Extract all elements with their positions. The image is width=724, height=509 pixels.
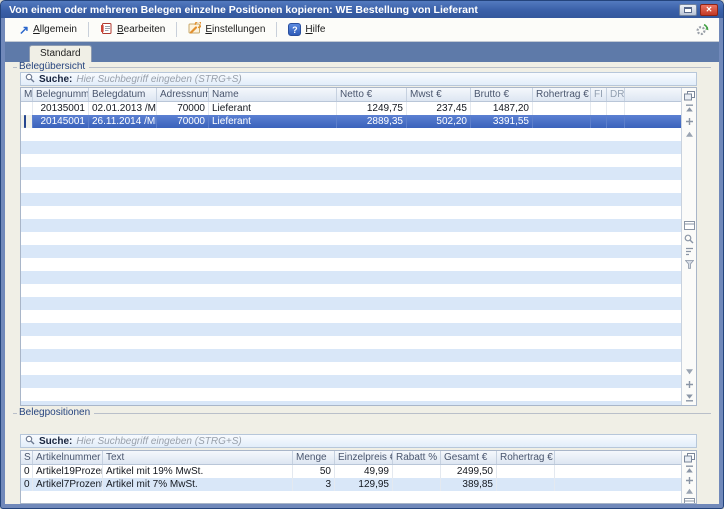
sort-icon[interactable]	[684, 246, 695, 257]
column-header-s[interactable]: S	[21, 451, 33, 464]
toolbar: ↗ Allgemein Bearbeiten Einstellungen ? H…	[5, 18, 719, 42]
overview-search-placeholder: Hier Suchbegriff eingeben (STRG+S)	[76, 74, 241, 85]
scroll-down-icon[interactable]	[684, 366, 695, 377]
restore-window-button[interactable]	[679, 4, 697, 16]
column-header-menge[interactable]: Menge	[293, 451, 335, 464]
column-header-einzelpreis[interactable]: Einzelpreis €	[335, 451, 393, 464]
group-divider	[94, 413, 711, 414]
belegpositionen-label: Belegpositionen	[17, 408, 94, 418]
column-header-netto[interactable]: Netto €	[337, 88, 407, 101]
table-row-selected[interactable]: 20145001 26.11.2014 /Mi 70000 Lieferant …	[21, 115, 681, 128]
move-down-icon[interactable]	[684, 379, 695, 390]
toolbar-separator	[276, 22, 277, 37]
column-header-name[interactable]: Name	[209, 88, 337, 101]
column-header-text[interactable]: Text	[103, 451, 293, 464]
table-row[interactable]: 0 Artikel19Prozent Artikel mit 19% MwSt.…	[21, 465, 681, 478]
column-header-rohertrag[interactable]: Rohertrag €	[533, 88, 591, 101]
positions-grid: S Artikelnummer Text Menge Einzelpreis €…	[20, 450, 697, 504]
positions-search-placeholder: Hier Suchbegriff eingeben (STRG+S)	[76, 436, 241, 447]
tab-strip: Standard	[5, 42, 719, 62]
scroll-top-icon[interactable]	[684, 465, 695, 474]
toolbar-separator	[176, 22, 177, 37]
overview-search-bar[interactable]: Suche: Hier Suchbegriff eingeben (STRG+S…	[20, 72, 697, 86]
column-chooser-icon[interactable]	[684, 453, 695, 463]
column-header-m[interactable]: M	[21, 88, 33, 101]
column-chooser-icon[interactable]	[684, 90, 695, 101]
beleguebersicht-group-header: Belegübersicht	[13, 62, 711, 72]
overview-grid-header: M Belegnumme Belegdatum Adressnumm Name …	[21, 88, 681, 102]
positions-search-bar[interactable]: Suche: Hier Suchbegriff eingeben (STRG+S…	[20, 434, 697, 448]
close-button[interactable]: ✕	[700, 4, 718, 16]
app-window: Von einem oder mehreren Belegen einzelne…	[0, 0, 724, 509]
column-header-artikelnummer[interactable]: Artikelnummer	[33, 451, 103, 464]
search-label: Suche:	[39, 74, 72, 85]
search-label: Suche:	[39, 436, 72, 447]
search-icon	[25, 70, 35, 88]
scroll-up-icon[interactable]	[684, 129, 695, 140]
scroll-bottom-icon[interactable]	[684, 392, 695, 403]
column-header-dr[interactable]: DR	[607, 88, 625, 101]
column-header-rohertrag[interactable]: Rohertrag €	[497, 451, 555, 464]
scroll-up-icon[interactable]	[684, 487, 695, 496]
column-header-mwst[interactable]: Mwst €	[407, 88, 471, 101]
einstellungen-button[interactable]: Einstellungen	[180, 19, 273, 41]
refresh-icon[interactable]	[694, 22, 710, 37]
positions-grid-toolstrip	[681, 451, 696, 503]
search-icon	[25, 432, 35, 450]
toolbar-separator	[88, 22, 89, 37]
overview-grid: M Belegnumme Belegdatum Adressnumm Name …	[20, 87, 697, 406]
help-icon: ?	[288, 23, 301, 36]
column-header-belegnummer[interactable]: Belegnumme	[33, 88, 89, 101]
main-content: Belegübersicht Suche: Hier Suchbegriff e…	[5, 62, 719, 504]
belegpositionen-group-header: Belegpositionen	[13, 408, 711, 418]
filter-icon[interactable]	[684, 259, 695, 270]
column-header-belegdatum[interactable]: Belegdatum	[89, 88, 157, 101]
window-title: Von einem oder mehreren Belegen einzelne…	[9, 4, 679, 16]
column-header-rabatt[interactable]: Rabatt %	[393, 451, 441, 464]
bearbeiten-button[interactable]: Bearbeiten	[92, 19, 173, 41]
belegpositionen-group: Suche: Hier Suchbegriff eingeben (STRG+S…	[20, 420, 697, 504]
beleguebersicht-group: Suche: Hier Suchbegriff eingeben (STRG+S…	[20, 72, 697, 406]
move-up-icon[interactable]	[684, 116, 695, 127]
allgemein-button[interactable]: ↗ Allgemein	[11, 21, 85, 38]
tab-standard[interactable]: Standard	[29, 45, 92, 62]
column-header-brutto[interactable]: Brutto €	[471, 88, 533, 101]
overview-grid-toolstrip	[681, 88, 696, 405]
window-controls: ✕	[679, 4, 718, 16]
arrow-up-right-icon: ↗	[19, 25, 29, 35]
notebook-icon	[100, 22, 113, 38]
card-view-icon[interactable]	[684, 220, 695, 231]
selected-row-marker-icon	[24, 115, 26, 128]
positions-grid-header: S Artikelnummer Text Menge Einzelpreis €…	[21, 451, 681, 465]
hilfe-button[interactable]: ? Hilfe	[280, 20, 333, 39]
move-up-icon[interactable]	[684, 476, 695, 485]
group-divider	[89, 67, 711, 68]
table-row[interactable]: 0 Artikel7Prozent Artikel mit 7% MwSt. 3…	[21, 478, 681, 491]
restore-window-icon	[684, 7, 692, 13]
card-view-icon[interactable]	[684, 498, 695, 503]
empty-rows-area	[21, 491, 681, 503]
scroll-top-icon[interactable]	[684, 103, 695, 114]
wrench-icon	[188, 22, 201, 38]
empty-rows-area	[21, 128, 681, 405]
column-header-fi[interactable]: FI	[591, 88, 607, 101]
column-header-adressnummer[interactable]: Adressnumm	[157, 88, 209, 101]
table-row[interactable]: 20135001 02.01.2013 /Mi 70000 Lieferant …	[21, 102, 681, 115]
zoom-icon[interactable]	[684, 233, 695, 244]
window-body: ↗ Allgemein Bearbeiten Einstellungen ? H…	[5, 18, 719, 504]
column-header-gesamt[interactable]: Gesamt €	[441, 451, 497, 464]
titlebar: Von einem oder mehreren Belegen einzelne…	[1, 1, 723, 18]
